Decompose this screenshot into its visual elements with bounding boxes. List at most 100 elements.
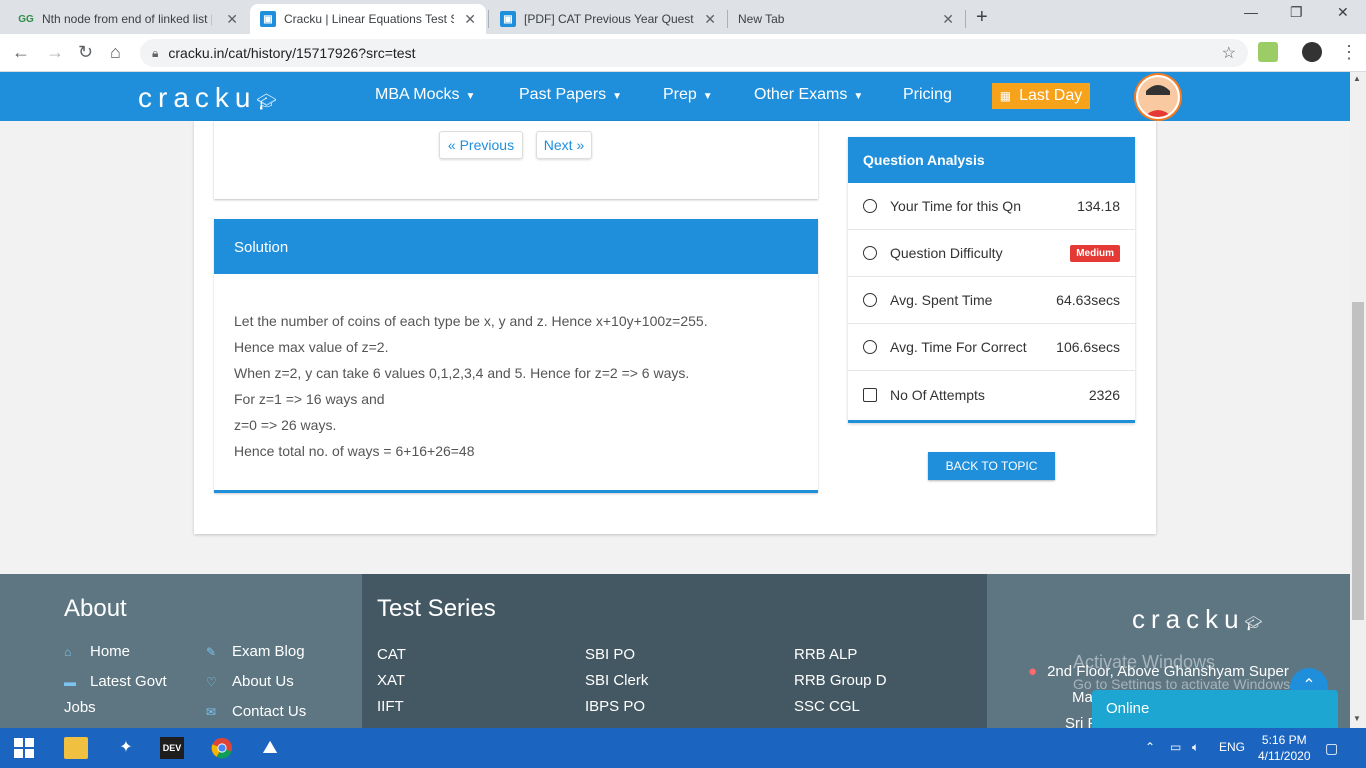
analysis-row-avg-spent-time: Avg. Spent Time 64.63secs [848,277,1135,324]
footer-link-about-us[interactable]: ♡ About Us [206,673,294,690]
scroll-up-icon[interactable]: ▲ [1353,74,1361,83]
minimize-icon[interactable]: — [1244,4,1258,20]
footer-link-label: Contact Us [232,703,307,720]
close-icon[interactable]: ✕ [704,11,716,28]
stopwatch-icon [863,199,877,213]
footer-link-latest-govt[interactable]: ▬ Latest Govt [64,673,167,690]
question-analysis-heading: Question Analysis [848,137,1135,183]
scroll-down-icon[interactable]: ▼ [1353,714,1361,723]
forward-arrow-icon[interactable]: → [46,42,64,63]
test-series-link-rrb-group-d[interactable]: RRB Group D [794,672,887,689]
analysis-value: 106.6secs [1056,339,1120,355]
close-icon[interactable]: ✕ [464,11,476,28]
cracku-logo[interactable]: cracku🎓︎ [138,82,277,114]
tab-separator [488,10,489,28]
logo-text: cracku [138,82,257,113]
nav-pricing[interactable]: Pricing [903,86,952,104]
solution-line: Hence total no. of ways = 6+16+26=48 [234,443,475,459]
nav-other-exams[interactable]: Other Exams ▼ [754,86,863,104]
extension-icon[interactable] [1258,42,1278,62]
reload-icon[interactable]: ↻ [78,42,93,63]
chrome-icon[interactable] [210,737,234,759]
app-penguin-icon[interactable]: ✦ [114,737,138,759]
footer-link-home[interactable]: ⌂ Home [64,643,130,660]
last-day-button[interactable]: ▦ Last Day [992,83,1090,109]
tab-new-tab[interactable]: New Tab ✕ [728,4,964,34]
home-icon[interactable]: ⌂ [110,42,121,63]
address-bar[interactable]: 🔒︎ cracku.in/cat/history/15717926?src=te… [140,39,1248,67]
previous-button[interactable]: « Previous [439,131,523,159]
tab-title: New Tab [738,12,785,26]
footer-logo-text: cracku [1132,604,1245,634]
window-close-icon[interactable]: ✕ [1337,4,1349,21]
windows-start-icon[interactable] [14,738,34,758]
test-series-link-sbi-clerk[interactable]: SBI Clerk [585,672,648,689]
test-series-link-ibps-po[interactable]: IBPS PO [585,698,645,715]
file-explorer-icon[interactable] [64,737,88,759]
geeksforgeeks-icon: GG [18,13,34,25]
battery-icon[interactable]: ▭ [1170,740,1181,754]
footer-link-exam-blog[interactable]: ✎ Exam Blog [206,643,305,660]
footer-link-label: About Us [232,673,294,690]
solution-heading: Solution [214,219,818,274]
dev-cpp-icon[interactable]: DEV [160,737,184,759]
next-button[interactable]: Next » [536,131,592,159]
tray-chevron-up-icon[interactable]: ⌃ [1145,740,1155,754]
browser-tab-bar: GG Nth node from end of linked list | ✕ … [0,0,1366,34]
analysis-label: Your Time for this Qn [890,198,1021,214]
language-indicator[interactable]: ENG [1219,740,1245,754]
notification-icon[interactable]: ▢ [1325,740,1338,757]
volume-icon[interactable]: 🔈︎ [1192,740,1199,755]
windows-activation-watermark-title: Activate Windows [1073,652,1216,672]
analysis-value: 64.63secs [1056,292,1120,308]
nav-prep[interactable]: Prep ▼ [663,86,713,104]
footer-link-label: Latest Govt [90,673,167,690]
analysis-label: No Of Attempts [890,386,985,403]
question-analysis-panel: Question Analysis Your Time for this Qn … [848,137,1135,423]
photos-icon[interactable]: ⛰ [258,737,282,759]
footer-link-contact-us[interactable]: ✉ Contact Us [206,703,306,720]
vertical-scrollbar[interactable]: ▲ ▼ [1350,72,1366,728]
test-series-link-cat[interactable]: CAT [377,646,406,663]
pencil-icon: ✎ [206,645,217,659]
analysis-row-attempts: No Of Attempts 2326 [848,371,1135,418]
lock-icon: 🔒︎ [152,45,159,60]
heart-icon: ♡ [206,675,217,689]
test-series-link-ssc-cgl[interactable]: SSC CGL [794,698,860,715]
tab-title: [PDF] CAT Previous Year Questior [524,12,694,26]
back-to-topic-button[interactable]: BACK TO TOPIC [928,452,1055,480]
test-series-link-rrb-alp[interactable]: RRB ALP [794,646,857,663]
difficulty-badge: Medium [1070,244,1120,262]
menu-kebab-icon[interactable]: ⋮ [1340,42,1358,63]
new-tab-plus-icon[interactable]: + [976,6,988,29]
analysis-label: Avg. Spent Time [890,292,993,308]
clock-icon [863,293,877,307]
restore-icon[interactable]: ❐ [1290,4,1303,21]
close-icon[interactable]: ✕ [942,11,954,28]
footer-link-label: Exam Blog [232,643,305,660]
profile-avatar[interactable] [1302,42,1322,62]
solution-line: For z=1 => 16 ways and [234,391,385,407]
tab-geeksforgeeks[interactable]: GG Nth node from end of linked list | ✕ [8,4,248,34]
cracku-favicon-icon: ▣ [260,11,276,27]
tab-cracku-linear-equations[interactable]: ▣ Cracku | Linear Equations Test So ✕ [250,4,486,34]
close-icon[interactable]: ✕ [226,11,238,28]
nav-label: Past Papers [519,86,607,103]
test-series-link-iift[interactable]: IIFT [377,698,404,715]
analysis-value: 134.18 [1077,198,1120,214]
bookmark-star-icon[interactable]: ☆ [1222,43,1236,63]
solution-line: When z=2, y can take 6 values 0,1,2,3,4 … [234,365,690,381]
graduation-cap-icon: 🎓︎ [256,94,277,111]
user-avatar[interactable] [1136,75,1180,119]
online-chat-widget[interactable]: Online [1092,690,1338,728]
test-series-link-sbi-po[interactable]: SBI PO [585,646,635,663]
analysis-row-your-time: Your Time for this Qn 134.18 [848,183,1135,230]
tab-cat-previous-year[interactable]: ▣ [PDF] CAT Previous Year Questior ✕ [490,4,726,34]
taskbar-clock[interactable]: 5:16 PM 4/11/2020 [1258,732,1311,764]
back-arrow-icon[interactable]: ← [12,42,30,63]
scrollbar-thumb[interactable] [1352,302,1364,620]
footer-link-jobs[interactable]: Jobs [64,699,96,716]
test-series-link-xat[interactable]: XAT [377,672,405,689]
nav-past-papers[interactable]: Past Papers ▼ [519,86,622,104]
nav-mba-mocks[interactable]: MBA Mocks ▼ [375,86,475,104]
